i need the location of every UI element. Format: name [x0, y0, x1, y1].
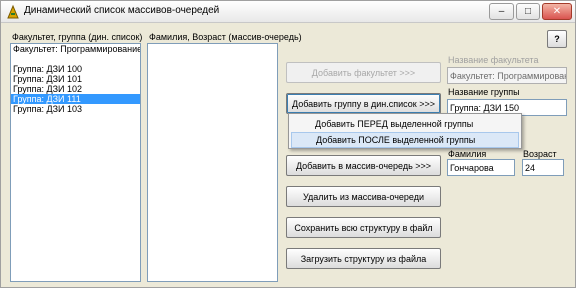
menu-item-label: Добавить ПЕРЕД выделенной группы — [315, 119, 474, 129]
students-queue-list[interactable] — [147, 43, 278, 282]
list-item[interactable] — [11, 54, 140, 64]
help-button[interactable]: ? — [547, 30, 567, 48]
minimize-button[interactable]: – — [489, 3, 514, 20]
minimize-icon: – — [498, 6, 505, 17]
menu-item-add-before[interactable]: Добавить ПЕРЕД выделенной группы — [291, 116, 519, 132]
load-structure-button[interactable]: Загрузить структуру из файла — [286, 248, 441, 269]
close-icon: ✕ — [552, 6, 562, 17]
add-group-button[interactable]: Добавить группу в дин.список >>> — [286, 93, 441, 114]
list-item[interactable]: Группа: ДЗИ 101 — [11, 74, 140, 84]
students-list-header: Фамилия, Возраст (массив-очередь) — [149, 32, 302, 42]
maximize-button[interactable]: □ — [516, 3, 540, 20]
faculty-name-field[interactable]: Факультет: Программирование — [447, 67, 567, 84]
app-logo-icon — [5, 4, 21, 20]
list-item[interactable]: Группа: ДЗИ 100 — [11, 64, 140, 74]
list-item[interactable]: Факультет: Программирование — [11, 44, 140, 54]
list-item[interactable]: Группа: ДЗИ 103 — [11, 104, 140, 114]
close-button[interactable]: ✕ — [542, 3, 572, 20]
menu-item-label: Добавить ПОСЛЕ выделенной группы — [316, 135, 476, 145]
add-group-context-menu: Добавить ПЕРЕД выделенной группы Добавит… — [288, 113, 522, 149]
add-faculty-button[interactable]: Добавить факультет >>> — [286, 62, 441, 83]
menu-item-add-after[interactable]: Добавить ПОСЛЕ выделенной группы — [291, 132, 519, 148]
faculty-group-list[interactable]: Факультет: Программирование Группа: ДЗИ 1… — [10, 43, 141, 282]
age-label: Возраст — [523, 149, 557, 159]
remove-from-queue-button[interactable]: Удалить из массива-очереди — [286, 186, 441, 207]
age-field[interactable]: 24 — [522, 159, 564, 176]
surname-label: Фамилия — [448, 149, 487, 159]
faculty-list-header: Факультет, группа (дин. список) — [12, 32, 143, 42]
list-item[interactable]: Группа: ДЗИ 111 — [11, 94, 140, 104]
save-structure-button[interactable]: Сохранить всю структуру в файл — [286, 217, 441, 238]
maximize-icon: □ — [524, 6, 532, 17]
add-to-queue-button[interactable]: Добавить в массив-очередь >>> — [286, 155, 441, 176]
app-window: Динамический список массивов-очередей – … — [0, 0, 576, 288]
surname-field[interactable]: Гончарова — [447, 159, 515, 176]
list-item[interactable]: Группа: ДЗИ 102 — [11, 84, 140, 94]
title-bar[interactable]: Динамический список массивов-очередей – … — [1, 1, 575, 23]
window-title: Динамический список массивов-очередей — [24, 5, 220, 16]
faculty-name-label: Название факультета — [448, 55, 539, 65]
group-name-label: Название группы — [448, 87, 520, 97]
